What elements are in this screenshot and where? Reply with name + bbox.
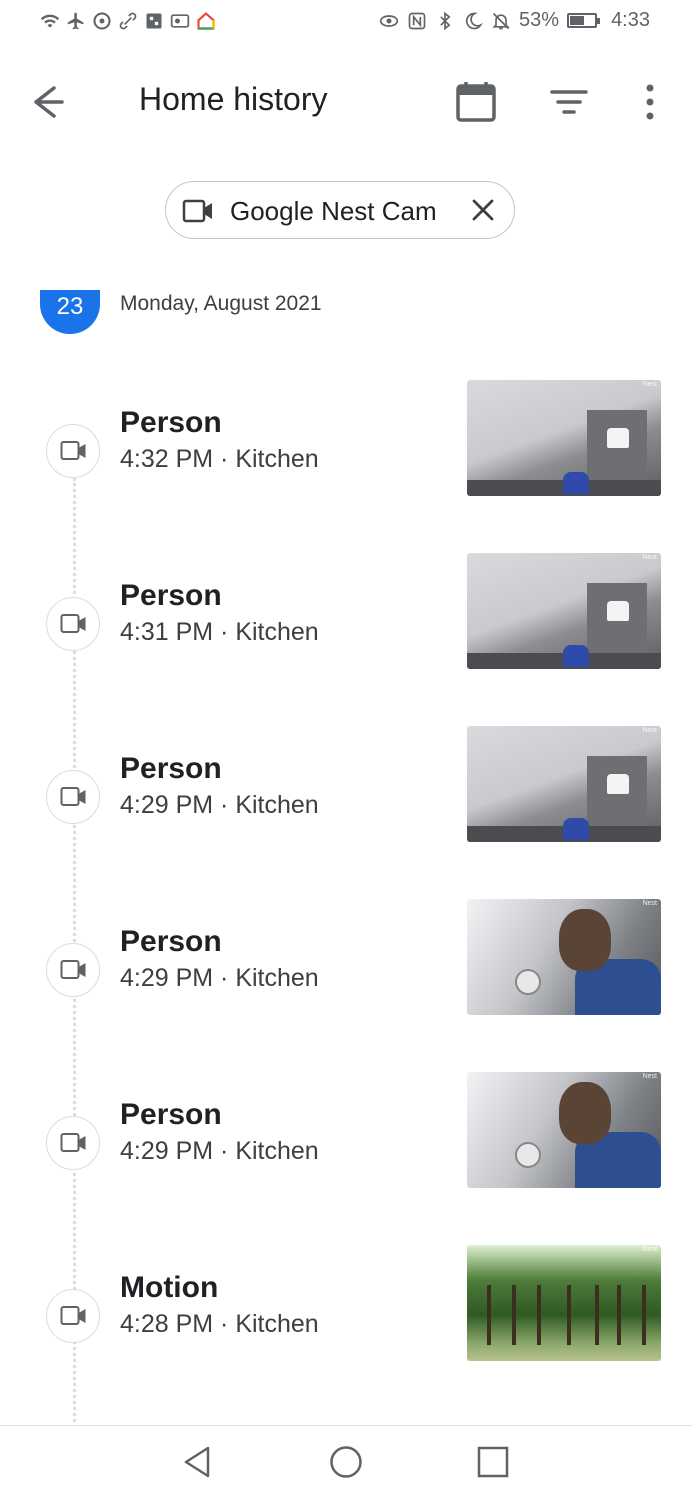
date-text: Monday, August 2021 (120, 292, 322, 315)
event-title: Motion (120, 1271, 219, 1304)
videocam-icon (60, 1133, 86, 1152)
event-time-location: 4:32 PM · Kitchen (120, 445, 319, 473)
thumb-clock (515, 969, 541, 995)
event-row[interactable]: Person 4:32 PM · Kitchen Nest (0, 380, 692, 500)
thumb-tree (642, 1285, 646, 1345)
thumbnail-watermark: Nest (642, 727, 657, 734)
event-time-location: 4:29 PM · Kitchen (120, 964, 319, 992)
thumb-tree (617, 1285, 621, 1345)
event-title: Person (120, 925, 222, 958)
event-type-badge (46, 770, 100, 824)
thumb-person (563, 472, 589, 494)
nfc-icon (408, 12, 426, 29)
event-type-badge (46, 943, 100, 997)
wifi-icon (40, 14, 60, 28)
thumb-person (563, 818, 589, 840)
battery-percent: 53% (519, 9, 560, 31)
thumbnail-watermark: Nest (642, 554, 657, 561)
nav-recents-icon[interactable] (475, 1444, 511, 1480)
thumb-tree (567, 1285, 571, 1345)
close-icon[interactable] (470, 197, 496, 223)
thumb-clock (515, 1142, 541, 1168)
videocam-icon (60, 1306, 86, 1325)
nav-back-icon[interactable] (180, 1444, 216, 1480)
thumb-tree (537, 1285, 541, 1345)
nav-home-icon[interactable] (328, 1444, 364, 1480)
eye-comfort-icon (379, 14, 399, 27)
event-row[interactable]: Person 4:29 PM · Kitchen Nest (0, 899, 692, 1019)
event-thumbnail[interactable]: Nest (467, 553, 661, 669)
event-thumbnail[interactable]: Nest (467, 726, 661, 842)
calendar-icon[interactable] (452, 78, 500, 126)
event-time-location: 4:29 PM · Kitchen (120, 791, 319, 819)
thumb-tree (595, 1285, 599, 1345)
event-row[interactable]: Person 4:31 PM · Kitchen Nest (0, 553, 692, 673)
home-app-icon (197, 12, 215, 30)
event-title: Person (120, 1098, 222, 1131)
event-row[interactable]: Person 4:29 PM · Kitchen Nest (0, 726, 692, 846)
app-icon (146, 13, 162, 29)
moon-icon (466, 12, 483, 29)
airplane-icon (67, 12, 84, 30)
back-arrow-icon[interactable] (30, 82, 78, 122)
thumbnail-watermark: Nest (642, 1073, 657, 1080)
event-thumbnail[interactable]: Nest (467, 899, 661, 1015)
event-row[interactable]: Person 4:29 PM · Kitchen Nest (0, 1072, 692, 1192)
event-thumbnail[interactable]: Nest (467, 380, 661, 496)
thumbnail-watermark: Nest (642, 900, 657, 907)
videocam-icon (60, 960, 86, 979)
system-nav-bar (0, 1425, 692, 1501)
thumb-head (559, 909, 611, 971)
battery-fill (570, 16, 584, 25)
thumbnail-watermark: Nest (642, 1246, 657, 1253)
event-time-location: 4:31 PM · Kitchen (120, 618, 319, 646)
event-title: Person (120, 579, 222, 612)
thumb-head (559, 1082, 611, 1144)
thumb-person (563, 645, 589, 667)
event-type-badge (46, 1116, 100, 1170)
chip-label: Google Nest Cam (230, 196, 437, 226)
thumb-lamp (607, 601, 629, 621)
data-saver-icon (93, 12, 111, 30)
filter-icon[interactable] (546, 84, 592, 120)
thumbnail-watermark: Nest (642, 381, 657, 388)
videocam-icon (182, 199, 212, 223)
event-row[interactable]: Motion 4:28 PM · Kitchen Nest (0, 1245, 692, 1365)
event-time-location: 4:29 PM · Kitchen (120, 1137, 319, 1165)
link-icon (119, 12, 137, 30)
event-title: Person (120, 752, 222, 785)
thumb-tree (487, 1285, 491, 1345)
event-type-badge (46, 597, 100, 651)
battery-icon (567, 13, 601, 28)
event-type-badge (46, 1289, 100, 1343)
event-thumbnail[interactable]: Nest (467, 1072, 661, 1188)
bluetooth-icon (440, 11, 451, 30)
thumb-lamp (607, 774, 629, 794)
status-icons-right: 53% 4:33 (379, 9, 650, 32)
clock: 4:33 (611, 9, 650, 31)
thumb-tree (512, 1285, 516, 1345)
videocam-icon (60, 787, 86, 806)
status-icons-left (40, 11, 216, 31)
status-bar: 53% 4:33 (0, 0, 692, 46)
vpn-icon (170, 14, 190, 28)
event-time-location: 4:28 PM · Kitchen (120, 1310, 319, 1338)
thumb-lamp (607, 428, 629, 448)
page-title: Home history (139, 81, 328, 117)
videocam-icon (60, 441, 86, 460)
more-vert-icon[interactable] (632, 82, 668, 122)
event-type-badge (46, 424, 100, 478)
videocam-icon (60, 614, 86, 633)
event-thumbnail[interactable]: Nest (467, 1245, 661, 1361)
app-bar: Home history (0, 56, 692, 148)
device-filter-chip[interactable]: Google Nest Cam (165, 181, 515, 239)
event-title: Person (120, 406, 222, 439)
date-badge: 23 (40, 290, 100, 334)
mute-icon (492, 12, 510, 29)
